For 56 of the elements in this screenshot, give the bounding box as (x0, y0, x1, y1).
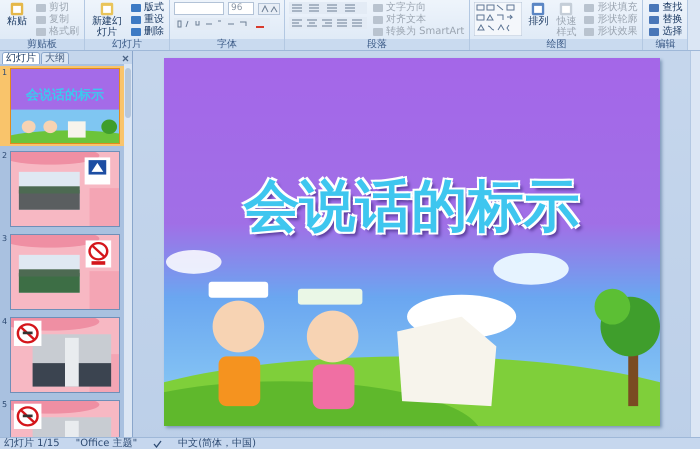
close-icon[interactable] (122, 55, 129, 62)
font-name-field[interactable] (174, 2, 224, 15)
slide-counter: 幻灯片 1/15 (4, 438, 60, 449)
command-icon (9, 2, 25, 16)
slide-number: 4 (2, 317, 8, 328)
command-icon (583, 2, 596, 14)
slide-thumbnail[interactable]: 1 会说话的标示 (0, 66, 124, 146)
slide-number: 3 (2, 234, 8, 245)
shapes-gallery[interactable] (474, 2, 522, 36)
panel-tab[interactable]: 幻灯片 (2, 52, 40, 64)
theme-name: "Office 主题" (76, 438, 138, 449)
command-icon (583, 14, 596, 26)
command-icon (558, 2, 574, 16)
spelling-check-icon[interactable] (153, 440, 162, 448)
font-size-field[interactable]: 96 (228, 2, 254, 15)
slide-number: 1 (2, 68, 8, 79)
command-icon (372, 2, 384, 14)
slide-title: 会说话的标示 (242, 176, 580, 238)
command-icon (35, 26, 47, 38)
group-label: 字体 (170, 39, 284, 50)
thumbnail-title: 会说话的标示 (24, 89, 105, 103)
ribbon-button[interactable]: 查找 (647, 2, 684, 14)
group-label: 幻灯片 (85, 39, 169, 50)
command-icon (648, 14, 660, 26)
command-icon (99, 2, 115, 16)
command-icon (648, 2, 660, 14)
scrollbar[interactable] (124, 64, 132, 437)
large-ribbon-button[interactable]: 粘贴 (4, 2, 30, 27)
group-label: 段落 (285, 39, 470, 50)
command-icon (130, 2, 142, 14)
command-icon (372, 26, 384, 38)
group-label: 剪贴板 (0, 39, 84, 50)
ribbon-button[interactable]: 替换 (647, 14, 684, 26)
ribbon-button[interactable]: 重设 (129, 14, 165, 26)
language: 中文(简体，中国) (178, 438, 256, 449)
command-icon (530, 2, 546, 16)
command-icon (130, 26, 142, 38)
panel-tab[interactable]: 大纲 (41, 52, 69, 64)
ribbon-button[interactable]: 版式 (129, 2, 165, 14)
slide-number: 2 (2, 151, 8, 162)
ribbon-button[interactable]: 选择 (647, 26, 684, 38)
command-icon (372, 14, 384, 26)
command-icon (583, 26, 596, 38)
slide-number: 5 (2, 400, 8, 411)
command-icon (35, 14, 47, 26)
group-label: 编辑 (643, 39, 688, 50)
list-indent-icons[interactable] (289, 2, 367, 14)
command-icon (648, 26, 660, 38)
font-grow-icon[interactable] (258, 2, 280, 14)
command-icon (35, 2, 47, 14)
scrollbar[interactable] (690, 51, 700, 437)
command-icon (130, 14, 142, 26)
ribbon-button[interactable]: 删除 (129, 26, 165, 38)
large-ribbon-button[interactable]: 排列 (526, 2, 550, 27)
large-ribbon-button[interactable]: 新建幻灯片 (89, 2, 125, 38)
group-label: 绘图 (470, 39, 642, 50)
